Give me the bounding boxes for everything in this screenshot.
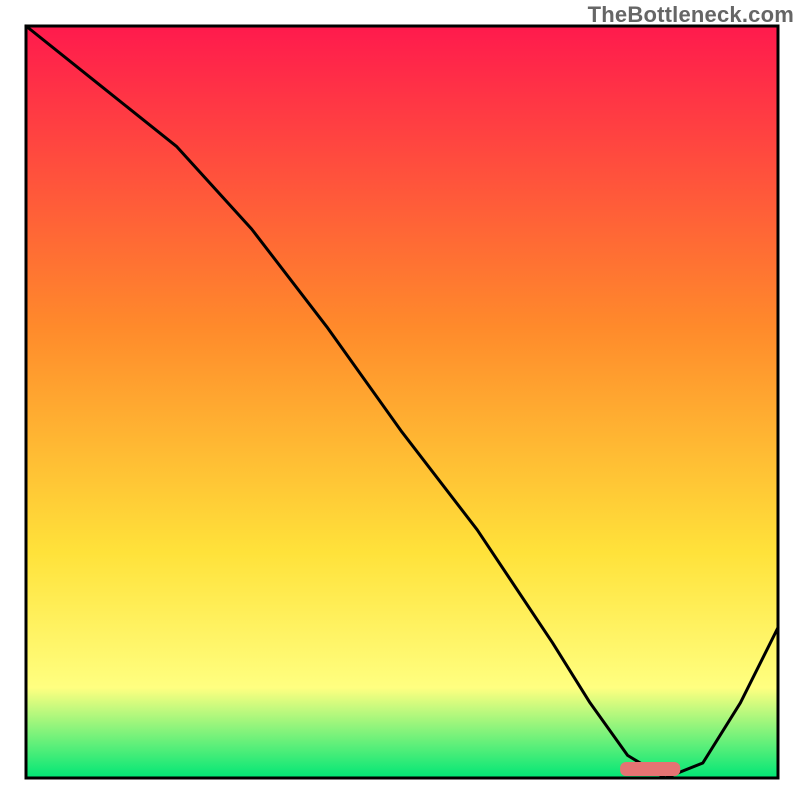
- optimum-marker: [620, 762, 680, 776]
- plot-background: [26, 26, 778, 778]
- chart-canvas: TheBottleneck.com: [0, 0, 800, 800]
- bottleneck-chart: [0, 0, 800, 800]
